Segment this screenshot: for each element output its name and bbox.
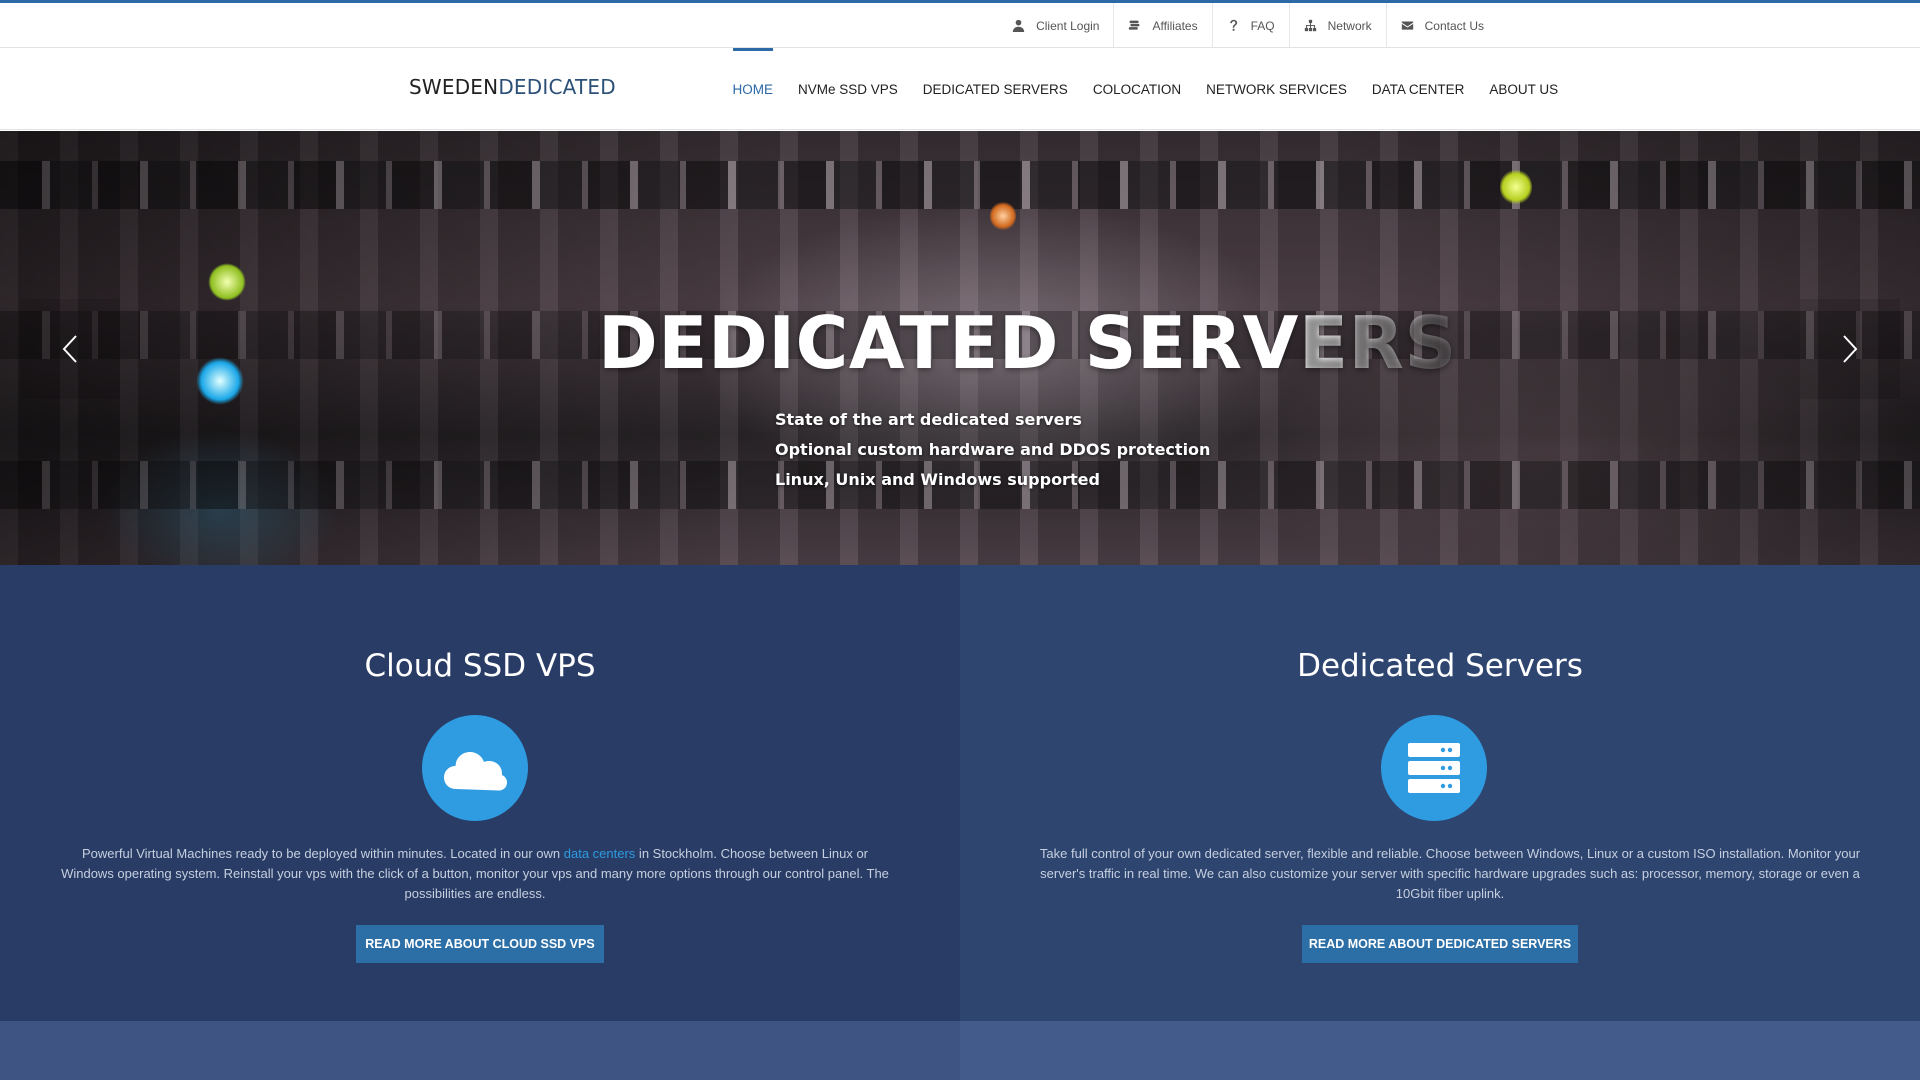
feature-description: Take full control of your own dedicated … <box>1039 846 1861 901</box>
features-section: Cloud SSD VPS Powerful Virtual Machines … <box>0 565 1920 1021</box>
nav-dedicated-servers[interactable]: DEDICATED SERVERS <box>910 48 1080 130</box>
affiliates-label: Affiliates <box>1152 18 1198 33</box>
hero-line: Linux, Unix and Windows supported <box>775 470 1100 489</box>
hero-title: DEDICATED SERVERS <box>598 301 1457 385</box>
feature-description: Powerful Virtual Machines ready to be de… <box>54 844 896 904</box>
chevron-right-icon <box>1843 335 1858 363</box>
logo-text-sweden: SWEDEN <box>409 75 499 99</box>
feature-text-before: Powerful Virtual Machines ready to be de… <box>82 846 564 861</box>
logo-text-dedicated: DEDICATED <box>498 75 616 99</box>
hero-line: Optional custom hardware and DDOS protec… <box>775 440 1211 459</box>
led-light <box>990 201 1016 231</box>
nav-home[interactable]: HOME <box>720 48 786 130</box>
slider-next-button[interactable] <box>1800 299 1900 399</box>
band-left <box>0 1021 960 1080</box>
server-icon <box>1408 743 1460 793</box>
nav-nvme-ssd-vps[interactable]: NVMe SSD VPS <box>786 48 911 130</box>
led-light <box>1500 169 1532 205</box>
feature-icon-circle <box>422 715 528 821</box>
nav-network-services[interactable]: NETWORK SERVICES <box>1194 48 1360 130</box>
hero-title-fade: ERS <box>1298 301 1457 385</box>
contact-us-link[interactable]: Contact Us <box>1385 3 1498 48</box>
money-icon <box>1129 20 1140 30</box>
chevron-left-icon <box>62 335 77 363</box>
affiliates-link[interactable]: Affiliates <box>1113 3 1211 48</box>
user-icon <box>1012 19 1025 32</box>
band-right <box>960 1021 1920 1080</box>
feature-icon-circle <box>1381 715 1487 821</box>
main-header: SWEDENDEDICATED HOME NVMe SSD VPS DEDICA… <box>0 48 1920 130</box>
led-light <box>196 357 244 405</box>
envelope-icon <box>1401 21 1413 30</box>
feature-cloud-vps: Cloud SSD VPS Powerful Virtual Machines … <box>0 565 960 1021</box>
client-login-link[interactable]: Client Login <box>998 3 1113 48</box>
hero-slider: DEDICATED SERVERS State of the art dedic… <box>0 131 1920 565</box>
main-nav: HOME NVMe SSD VPS DEDICATED SERVERS COLO… <box>720 48 1571 130</box>
nav-about-us[interactable]: ABOUT US <box>1477 48 1571 130</box>
read-more-dedicated-servers-button[interactable]: READ MORE ABOUT DEDICATED SERVERS <box>1302 925 1578 963</box>
slider-prev-button[interactable] <box>20 299 120 399</box>
hero-feature-list: State of the art dedicated servers Optio… <box>775 405 1210 495</box>
led-light <box>208 263 246 301</box>
question-icon <box>1229 19 1237 31</box>
next-section-band <box>0 1021 1920 1080</box>
feature-title: Dedicated Servers <box>1297 648 1583 684</box>
hero-line: State of the art dedicated servers <box>775 410 1082 429</box>
feature-title: Cloud SSD VPS <box>364 648 596 684</box>
read-more-cloud-vps-button[interactable]: READ MORE ABOUT CLOUD SSD VPS <box>356 925 604 963</box>
faq-link[interactable]: FAQ <box>1211 3 1289 48</box>
nav-colocation[interactable]: COLOCATION <box>1080 48 1193 130</box>
cloud-icon <box>444 752 507 791</box>
client-login-label: Client Login <box>1036 18 1100 33</box>
top-utility-bar: Client Login Affiliates FAQ Network Cont… <box>0 0 1920 48</box>
data-centers-link[interactable]: data centers <box>564 846 636 861</box>
contact-us-label: Contact Us <box>1424 18 1484 33</box>
site-logo[interactable]: SWEDENDEDICATED <box>409 75 616 99</box>
hero-title-main: DEDICATED SERV <box>598 301 1299 385</box>
network-label: Network <box>1327 18 1372 33</box>
nav-data-center[interactable]: DATA CENTER <box>1359 48 1477 130</box>
feature-dedicated-servers: Dedicated Servers Take full control of y… <box>960 565 1920 1021</box>
sitemap-icon <box>1304 19 1316 32</box>
faq-label: FAQ <box>1250 18 1275 33</box>
network-link[interactable]: Network <box>1288 3 1386 48</box>
